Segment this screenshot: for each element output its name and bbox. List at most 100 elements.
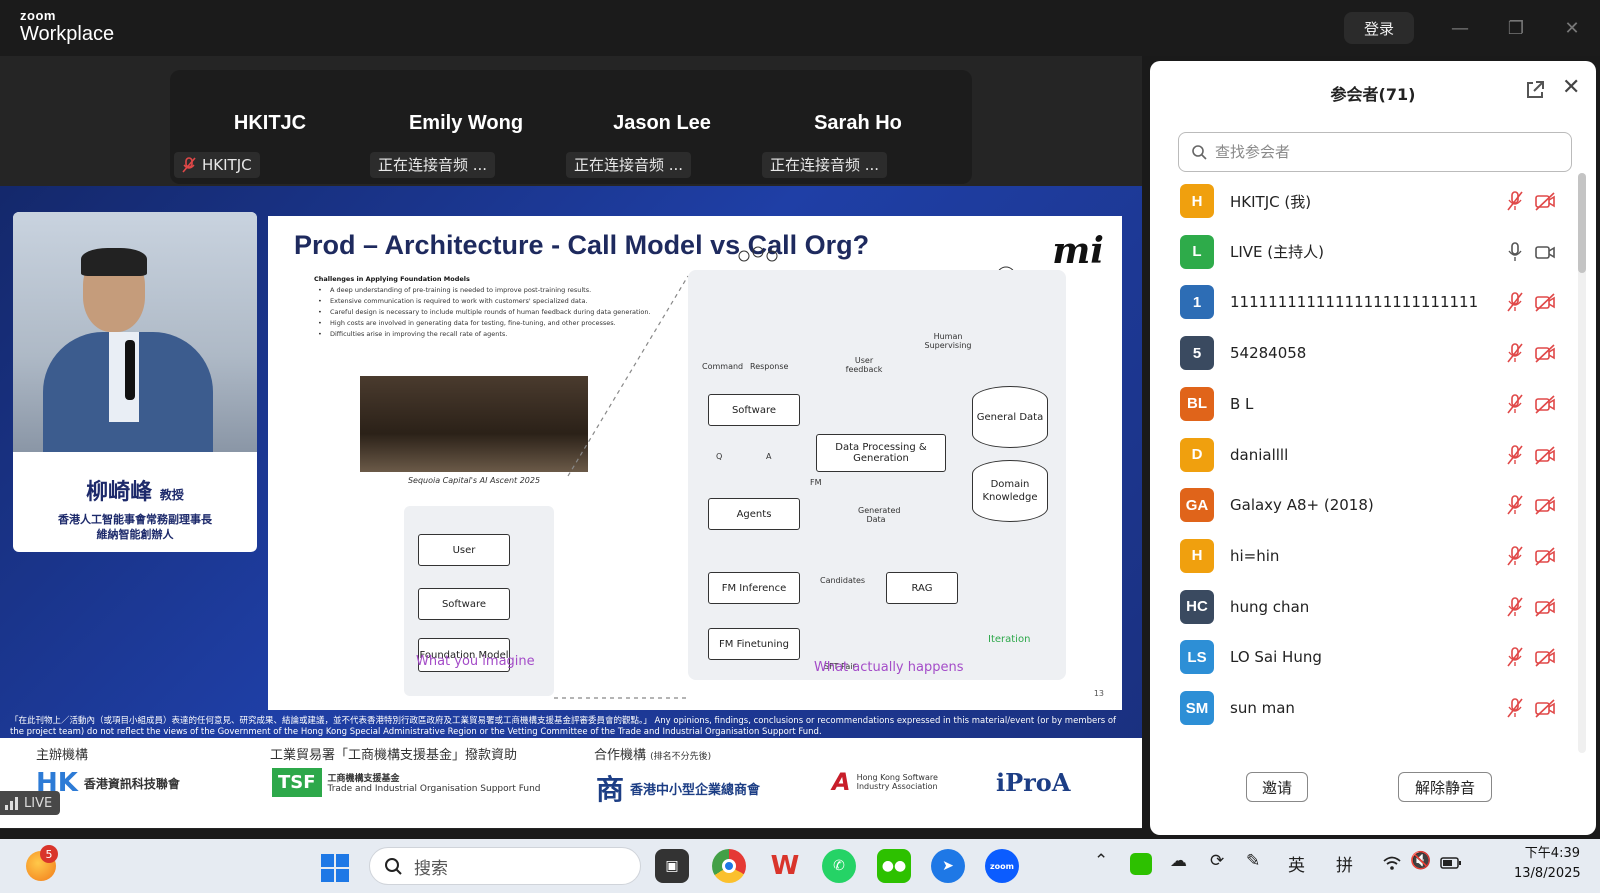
participant-row[interactable]: HC hung chan — [1150, 582, 1580, 632]
video-off-icon[interactable] — [1534, 190, 1556, 212]
task-view-icon[interactable]: ▣ — [655, 849, 689, 883]
popout-icon[interactable] — [1524, 79, 1546, 101]
live-badge-text: LIVE — [24, 795, 53, 811]
fm-finetuning-box: FM Finetuning — [708, 628, 800, 660]
participant-row[interactable]: 1 11111111111111111111111111 — [1150, 277, 1580, 327]
avatar: GA — [1180, 488, 1214, 523]
ime-pinyin[interactable]: 拼 — [1336, 851, 1353, 876]
mic-muted-icon[interactable] — [1504, 444, 1526, 466]
imagine-software-box: Software — [418, 588, 510, 620]
participant-scrollbar[interactable] — [1578, 173, 1586, 753]
scroll-thumb[interactable] — [1578, 173, 1586, 273]
windows-start-icon[interactable] — [320, 853, 350, 883]
video-off-icon[interactable] — [1534, 646, 1556, 668]
wifi-icon[interactable] — [1382, 855, 1402, 871]
notification-badge: 5 — [40, 845, 58, 863]
fm-inference-box: FM Inference — [708, 572, 800, 604]
mic-muted-icon[interactable] — [1504, 545, 1526, 567]
actual-software-box: Software — [708, 394, 800, 426]
video-off-icon[interactable] — [1534, 697, 1556, 719]
restore-icon[interactable]: ❐ — [1502, 14, 1530, 42]
zoom-icon[interactable]: zoom — [985, 849, 1019, 883]
tile-name: Emily Wong — [408, 112, 524, 134]
clock-date: 13/8/2025 — [1514, 866, 1581, 881]
participant-row[interactable]: LS LO Sai Hung — [1150, 632, 1580, 682]
participant-search[interactable] — [1178, 132, 1572, 172]
invite-button[interactable]: 邀请 — [1246, 772, 1308, 802]
participant-row[interactable]: Hhi=hin — [1150, 531, 1580, 581]
minimize-icon[interactable]: — — [1446, 14, 1474, 42]
video-tile[interactable]: HKITJC HKITJC — [170, 70, 370, 184]
participant-row[interactable]: L LIVE (主持人) — [1150, 227, 1580, 277]
video-off-icon[interactable] — [1534, 342, 1556, 364]
search-input[interactable] — [1215, 143, 1545, 161]
video-tile[interactable]: Sarah Ho 正在连接音频 ... — [758, 70, 958, 184]
mic-icon[interactable] — [1504, 241, 1526, 263]
close-window-icon[interactable]: ✕ — [1558, 14, 1586, 42]
wps-icon[interactable]: W — [768, 849, 802, 883]
domain-knowledge-db: Domain Knowledge — [972, 460, 1048, 522]
chevron-up-icon[interactable]: ⌃ — [1094, 851, 1108, 871]
clock[interactable]: 下午4:39 13/8/2025 — [1514, 844, 1581, 884]
taskbar-search[interactable]: 搜索 — [369, 847, 641, 885]
avatar: 5 — [1180, 336, 1214, 371]
video-tile[interactable]: Jason Lee 正在连接音频 ... — [562, 70, 762, 184]
video-off-icon[interactable] — [1534, 393, 1556, 415]
ime-tool-icon[interactable]: ✎ — [1246, 851, 1260, 871]
clock-time: 下午4:39 — [1524, 846, 1580, 861]
participant-row[interactable]: BL B L — [1150, 379, 1580, 429]
candidates-label: Candidates — [820, 576, 866, 585]
wechat-icon[interactable]: ●● — [877, 849, 911, 883]
live-badge: LIVE — [0, 791, 61, 815]
mic-muted-icon[interactable] — [1504, 596, 1526, 618]
mic-muted-icon[interactable] — [1504, 342, 1526, 364]
shared-screen[interactable]: 柳崎峰 教授 香港人工智能事會常務副理事長 維納智能創辦人 Prod – Arch… — [0, 186, 1142, 828]
sync-icon[interactable]: ⟳ — [1210, 851, 1224, 871]
copilot-icon[interactable]: ➤ — [931, 849, 965, 883]
page-number: 13 — [1093, 689, 1104, 698]
participant-name: Galaxy A8+ (2018) — [1230, 496, 1374, 515]
mic-muted-icon[interactable] — [1504, 494, 1526, 516]
human-supervising-label: Human Supervising — [924, 332, 972, 350]
mic-muted-icon[interactable] — [1504, 646, 1526, 668]
participant-name: LIVE (主持人) — [1230, 243, 1324, 262]
signal-icon — [5, 797, 18, 810]
volume-muted-icon[interactable]: 🔇 — [1410, 851, 1431, 871]
video-icon[interactable] — [1534, 241, 1556, 263]
tile-status: 正在连接音频 ... — [370, 152, 496, 178]
participant-row[interactable]: 5 54284058 — [1150, 328, 1580, 378]
video-off-icon[interactable] — [1534, 494, 1556, 516]
login-button[interactable]: 登录 — [1344, 12, 1414, 44]
participant-row[interactable]: SM sun man — [1150, 683, 1580, 733]
video-off-icon[interactable] — [1534, 545, 1556, 567]
video-tile[interactable]: Emily Wong 正在连接音频 ... — [366, 70, 566, 184]
title-bar: zoom Workplace 登录 — ❐ ✕ — [0, 0, 1600, 56]
whatsapp-icon[interactable]: ✆ — [822, 849, 856, 883]
unmute-button[interactable]: 解除静音 — [1398, 772, 1492, 802]
chrome-icon[interactable] — [712, 849, 746, 883]
avatar: LS — [1180, 640, 1214, 675]
close-panel-icon[interactable]: ✕ — [1562, 75, 1580, 100]
battery-icon[interactable] — [1440, 857, 1462, 869]
mic-muted-icon[interactable] — [1504, 697, 1526, 719]
participant-row[interactable]: H HKITJC (我) — [1150, 176, 1580, 226]
response-label: Response — [750, 362, 789, 371]
avatar: 1 — [1180, 285, 1214, 320]
mic-muted-icon[interactable] — [1504, 393, 1526, 415]
speaker-panel: 柳崎峰 教授 香港人工智能事會常務副理事長 維納智能創辦人 — [13, 212, 257, 552]
participant-row[interactable]: GA Galaxy A8+ (2018) — [1150, 480, 1580, 530]
ime-english[interactable]: 英 — [1288, 851, 1305, 876]
mic-muted-icon[interactable] — [1504, 291, 1526, 313]
mic-muted-icon[interactable] — [1504, 190, 1526, 212]
wechat-tray-icon[interactable] — [1130, 853, 1152, 875]
video-off-icon[interactable] — [1534, 596, 1556, 618]
speaker-namecard: 柳崎峰 教授 香港人工智能事會常務副理事長 維納智能創辦人 — [13, 460, 257, 552]
participant-name: sun man — [1230, 699, 1295, 717]
taskbar-search-label: 搜索 — [414, 858, 448, 879]
onedrive-icon[interactable]: ☁ — [1170, 851, 1187, 871]
actual-label: What actually happens — [814, 660, 964, 675]
participant-row[interactable]: Ddaniallll — [1150, 430, 1580, 480]
video-off-icon[interactable] — [1534, 444, 1556, 466]
rag-box: RAG — [886, 572, 958, 604]
video-off-icon[interactable] — [1534, 291, 1556, 313]
